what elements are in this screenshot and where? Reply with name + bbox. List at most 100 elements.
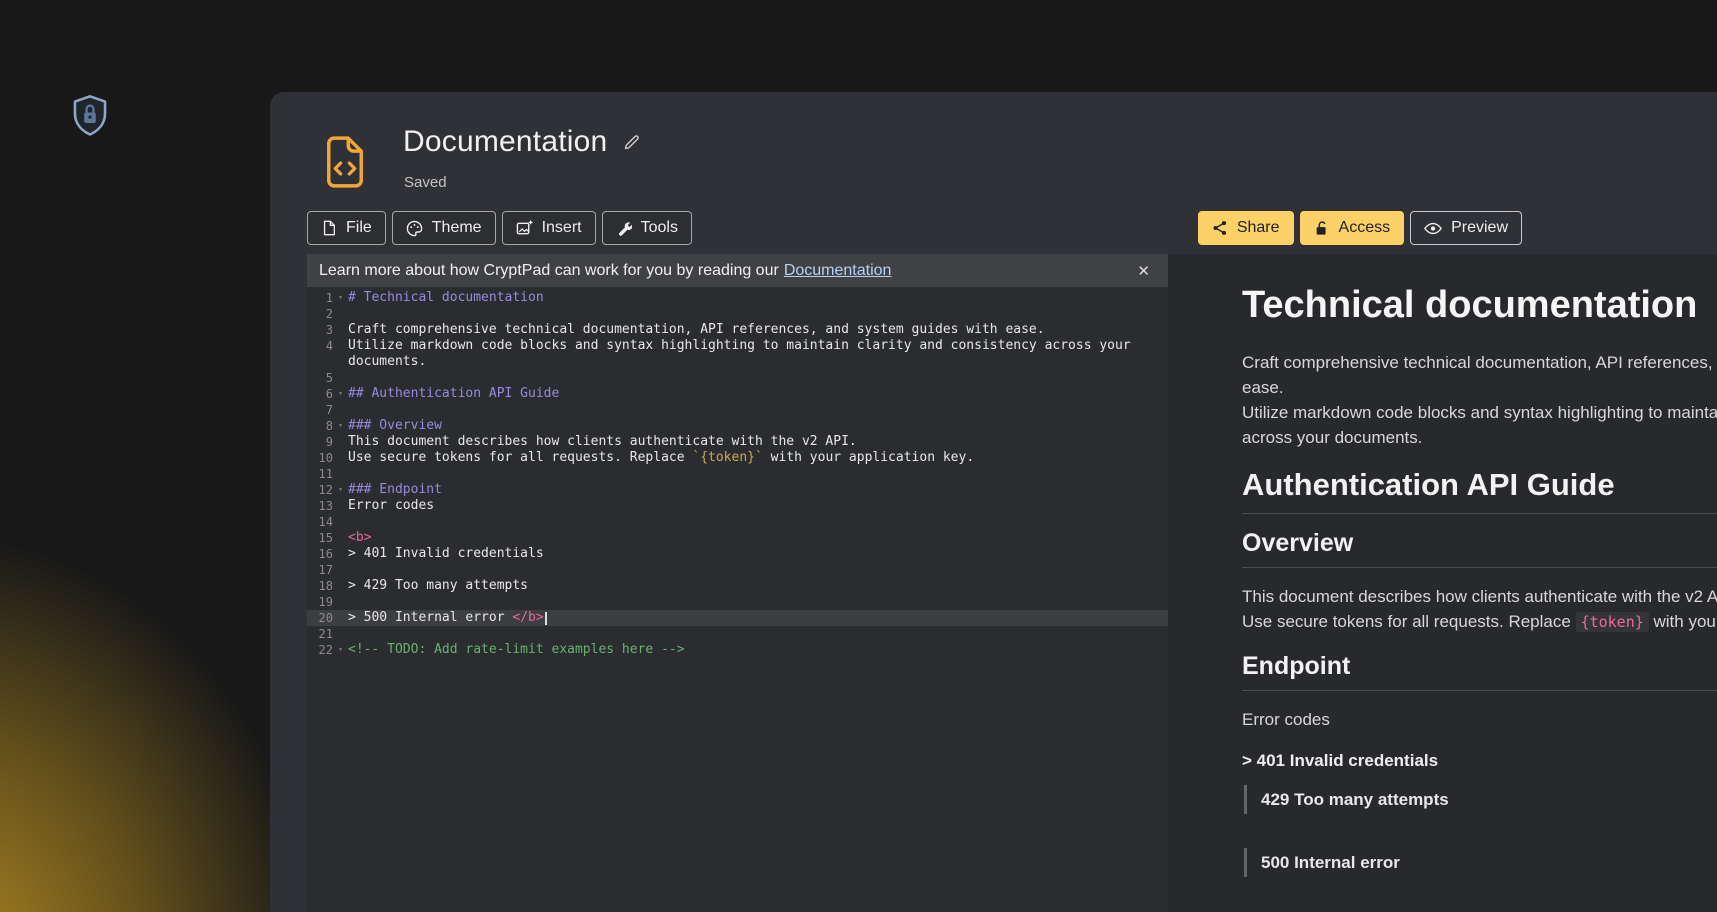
editor-line-17[interactable]: 17 xyxy=(307,562,1168,578)
line-number: 13 xyxy=(307,498,333,514)
preview-button-label: Preview xyxy=(1451,219,1508,237)
fold-arrow-icon[interactable]: ▾ xyxy=(333,386,348,402)
editor-line-14[interactable]: 14 xyxy=(307,514,1168,530)
preview-overview-paragraph: This document describes how clients auth… xyxy=(1242,584,1717,635)
line-content: ## Authentication API Guide xyxy=(348,386,1168,402)
share-nodes-icon xyxy=(1212,220,1228,236)
close-icon[interactable]: ✕ xyxy=(1131,262,1156,280)
fold-arrow-icon[interactable]: ▾ xyxy=(333,418,348,434)
editor-line-18[interactable]: 18> 429 Too many attempts xyxy=(307,578,1168,594)
editor-line-20[interactable]: 20 > 500 Internal error </b> xyxy=(307,610,1168,626)
cryptpad-shield-logo[interactable] xyxy=(70,94,110,138)
rendered-markdown: Technical documentation Craft comprehens… xyxy=(1242,282,1717,877)
document-title: Documentation xyxy=(403,125,607,159)
preview-blockquote-500: 500 Internal error xyxy=(1244,848,1717,877)
edit-title-icon[interactable] xyxy=(623,133,641,151)
fold-arrow-icon[interactable]: ▾ xyxy=(333,482,348,498)
line-number: 2 xyxy=(307,306,333,322)
eye-icon xyxy=(1424,222,1442,235)
line-content: ### Overview xyxy=(348,418,1168,434)
editor-line-15[interactable]: 15 <b> xyxy=(307,530,1168,546)
save-status: Saved xyxy=(404,174,447,191)
editor-line-11[interactable]: 11 xyxy=(307,466,1168,482)
insert-image-icon xyxy=(516,220,533,237)
line-content: This document describes how clients auth… xyxy=(348,434,1168,450)
editor-line-21[interactable]: 21 xyxy=(307,626,1168,642)
line-number: 21 xyxy=(307,626,333,642)
editor-line-8[interactable]: 8▾### Overview xyxy=(307,418,1168,434)
line-content: > 500 Internal error </b> xyxy=(348,610,1168,626)
line-content: Craft comprehensive technical documentat… xyxy=(348,322,1168,338)
preview-h2-auth: Authentication API Guide xyxy=(1242,466,1717,514)
line-content: ### Endpoint xyxy=(348,482,1168,498)
share-button-label: Share xyxy=(1237,219,1280,237)
fold-arrow-icon[interactable]: ▾ xyxy=(333,642,348,658)
markdown-preview[interactable]: Technical documentation Craft comprehens… xyxy=(1168,254,1717,912)
inline-code-token: {token} xyxy=(1576,612,1649,632)
editor-line-4[interactable]: 4Utilize markdown code blocks and syntax… xyxy=(307,338,1168,370)
text-cursor xyxy=(545,612,547,625)
editor-line-10[interactable]: 10Use secure tokens for all requests. Re… xyxy=(307,450,1168,466)
line-content: <!-- TODO: Add rate-limit examples here … xyxy=(348,642,1168,658)
banner-text: Learn more about how CryptPad can work f… xyxy=(319,262,779,280)
line-number: 9 xyxy=(307,434,333,450)
line-number: 8 xyxy=(307,418,333,434)
line-number: 19 xyxy=(307,594,333,610)
tools-button[interactable]: Tools xyxy=(602,211,692,245)
line-number: 3 xyxy=(307,322,333,338)
toolbar-left: File Theme Insert xyxy=(307,211,692,245)
line-number: 1 xyxy=(307,290,333,306)
editor-line-12[interactable]: 12▾### Endpoint xyxy=(307,482,1168,498)
editor-line-22[interactable]: 22▾<!-- TODO: Add rate-limit examples he… xyxy=(307,642,1168,658)
line-number: 20 xyxy=(307,610,333,626)
editor-line-2[interactable]: 2 xyxy=(307,306,1168,322)
line-number: 6 xyxy=(307,386,333,402)
access-button-label: Access xyxy=(1339,219,1391,237)
palette-icon xyxy=(406,220,423,237)
insert-button[interactable]: Insert xyxy=(502,211,596,245)
preview-error-codes: Error codes xyxy=(1242,707,1717,732)
line-content: <b> xyxy=(348,530,1168,546)
line-number: 14 xyxy=(307,514,333,530)
preview-h1: Technical documentation xyxy=(1242,282,1717,328)
file-icon xyxy=(321,220,337,236)
share-button[interactable]: Share xyxy=(1198,211,1294,245)
editor-line-19[interactable]: 19 xyxy=(307,594,1168,610)
insert-button-label: Insert xyxy=(542,219,582,237)
theme-button[interactable]: Theme xyxy=(392,211,496,245)
preview-blockquote-429: 429 Too many attempts xyxy=(1244,785,1717,814)
editor-line-6[interactable]: 6▾## Authentication API Guide xyxy=(307,386,1168,402)
editor-line-3[interactable]: 3 Craft comprehensive technical documenta… xyxy=(307,322,1168,338)
wrench-icon xyxy=(616,220,632,236)
line-number: 22 xyxy=(307,642,333,658)
preview-button[interactable]: Preview xyxy=(1410,211,1522,245)
editor-line-13[interactable]: 13Error codes xyxy=(307,498,1168,514)
file-button[interactable]: File xyxy=(307,211,386,245)
line-content: Utilize markdown code blocks and syntax … xyxy=(348,338,1168,370)
line-content: > 401 Invalid credentials xyxy=(348,546,1168,562)
preview-h3-overview: Overview xyxy=(1242,528,1717,568)
code-document-icon xyxy=(320,136,370,188)
line-number: 16 xyxy=(307,546,333,562)
file-button-label: File xyxy=(346,219,372,237)
info-banner: Learn more about how CryptPad can work f… xyxy=(307,254,1168,287)
editor-line-16[interactable]: 16 > 401 Invalid credentials xyxy=(307,546,1168,562)
line-content: > 429 Too many attempts xyxy=(348,578,1168,594)
preview-intro-paragraph: Craft comprehensive technical documentat… xyxy=(1242,350,1717,450)
line-number: 15 xyxy=(307,530,333,546)
editor-line-7[interactable]: 7 xyxy=(307,402,1168,418)
code-editor[interactable]: 1▾# Technical documentation23 Craft compr… xyxy=(307,287,1168,912)
preview-h3-endpoint: Endpoint xyxy=(1242,651,1717,691)
documentation-link[interactable]: Documentation xyxy=(784,262,892,280)
line-number: 11 xyxy=(307,466,333,482)
access-button[interactable]: Access xyxy=(1300,211,1405,245)
editor-line-1[interactable]: 1▾# Technical documentation xyxy=(307,290,1168,306)
fold-arrow-icon[interactable]: ▾ xyxy=(333,290,348,306)
editor-line-9[interactable]: 9 This document describes how clients aut… xyxy=(307,434,1168,450)
line-number: 10 xyxy=(307,450,333,466)
app-window: Documentation Saved File xyxy=(270,92,1717,912)
editor-line-5[interactable]: 5 xyxy=(307,370,1168,386)
toolbar-right: Share Access Preview xyxy=(1198,211,1522,245)
line-number: 7 xyxy=(307,402,333,418)
theme-button-label: Theme xyxy=(432,219,482,237)
